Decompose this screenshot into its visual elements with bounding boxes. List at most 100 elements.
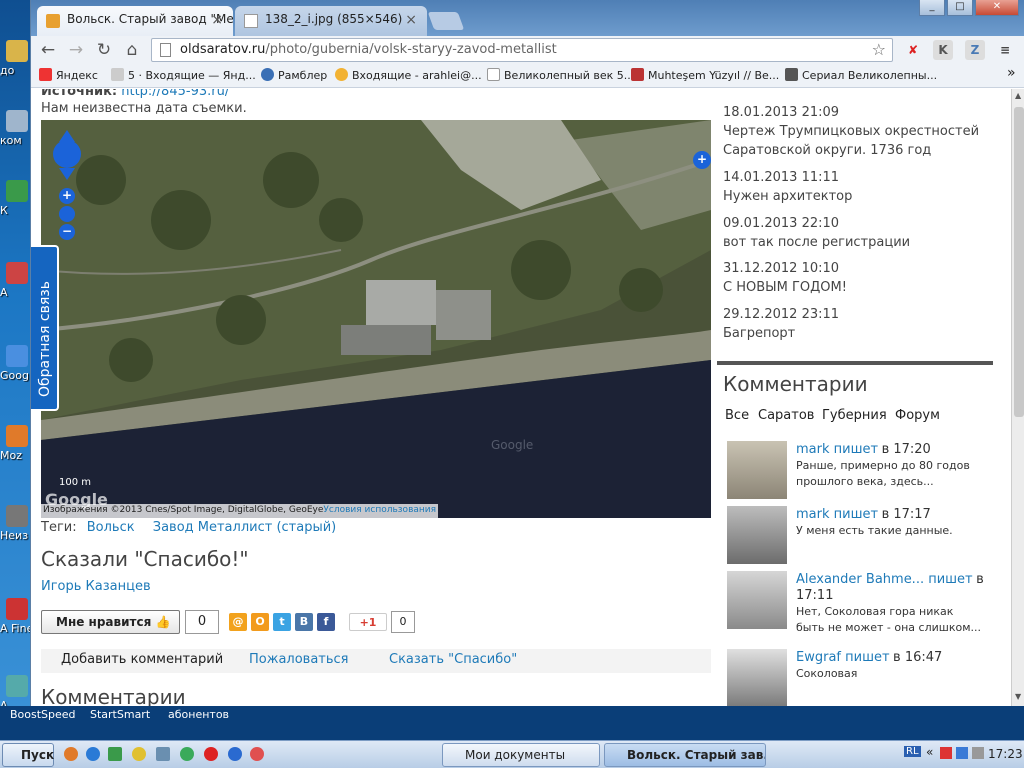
vk-share-icon[interactable]: B xyxy=(295,613,313,631)
maximize-button[interactable]: □ xyxy=(947,0,973,16)
close-window-button[interactable]: ✕ xyxy=(975,0,1019,16)
forward-icon[interactable]: → xyxy=(65,39,87,61)
bookmark-item[interactable]: Рамблер xyxy=(261,68,327,82)
language-indicator[interactable]: RL xyxy=(904,746,921,757)
address-bar[interactable]: oldsaratov.ru/photo/gubernia/volsk-stary… xyxy=(151,38,893,62)
new-tab-button[interactable] xyxy=(427,12,465,30)
news-link[interactable]: Багрепорт xyxy=(723,326,795,341)
filter-forum[interactable]: Форум xyxy=(895,408,940,423)
odnoklassniki-share-icon[interactable]: O xyxy=(251,613,269,631)
tag-link[interactable]: Завод Металлист (старый) xyxy=(153,520,337,535)
facebook-share-icon[interactable]: f xyxy=(317,613,335,631)
app-icon[interactable] xyxy=(108,747,122,761)
desktop-icon[interactable]: А xyxy=(0,262,34,299)
satellite-map[interactable]: + − + 100 m Google Google Изображения ©2… xyxy=(41,120,711,518)
close-tab-icon[interactable]: × xyxy=(405,12,417,28)
bookmarks-overflow-icon[interactable]: » xyxy=(1007,65,1016,81)
tray-expand-icon[interactable]: « xyxy=(926,745,933,759)
desktop-label[interactable]: абонентов xyxy=(168,708,229,721)
add-comment-link[interactable]: Добавить комментарий xyxy=(61,652,223,667)
thanks-user-link[interactable]: Игорь Казанцев xyxy=(41,579,151,594)
desktop-icon[interactable]: ком xyxy=(0,110,34,147)
chrome-icon[interactable] xyxy=(180,747,194,761)
home-icon[interactable]: ⌂ xyxy=(121,39,143,61)
desktop-icon[interactable]: Неиз я xyxy=(0,505,34,542)
minimize-button[interactable]: _ xyxy=(919,0,945,16)
app-icon[interactable] xyxy=(132,747,146,761)
extension-antivirus-icon[interactable]: ✘ xyxy=(903,40,923,60)
comment-thumbnail[interactable] xyxy=(727,441,787,499)
app-icon[interactable] xyxy=(156,747,170,761)
app-icon[interactable] xyxy=(250,747,264,761)
comment-thumbnail[interactable] xyxy=(727,649,787,706)
scroll-up-icon[interactable]: ▲ xyxy=(1015,91,1021,100)
app-icon[interactable] xyxy=(228,747,242,761)
news-link[interactable]: вот так после регистрации xyxy=(723,235,910,250)
desktop-icon[interactable]: Goog xyxy=(0,345,34,382)
news-link[interactable]: Саратовской округи. 1736 год xyxy=(723,143,931,158)
volume-tray-icon[interactable] xyxy=(972,747,984,759)
map-pan-control[interactable] xyxy=(49,128,85,185)
page-scrollbar[interactable]: ▲ ▼ xyxy=(1011,89,1024,706)
close-tab-icon[interactable]: × xyxy=(211,12,223,28)
filter-gubernia[interactable]: Губерния xyxy=(822,408,887,423)
comment-author[interactable]: Ewgraf пишет xyxy=(796,650,890,665)
report-link[interactable]: Пожаловаться xyxy=(249,652,349,667)
comment-author[interactable]: mark пишет xyxy=(796,442,878,457)
reload-icon[interactable]: ↻ xyxy=(93,39,115,61)
map-terms-link[interactable]: Условия использования xyxy=(323,505,436,515)
zoom-out-button[interactable]: − xyxy=(59,224,75,240)
clock[interactable]: 17:23 xyxy=(988,747,1023,761)
news-link[interactable]: Нужен архитектор xyxy=(723,189,852,204)
bookmark-item[interactable]: Великолепный век 5... xyxy=(487,68,634,82)
filter-saratov[interactable]: Саратов xyxy=(758,408,814,423)
desktop-icon[interactable]: А Fine xyxy=(0,598,34,635)
say-thanks-link[interactable]: Сказать "Спасибо" xyxy=(389,652,517,667)
desktop-label[interactable]: StartSmart xyxy=(90,708,150,721)
feedback-tab[interactable]: Обратная связь xyxy=(31,245,59,411)
gplus-button[interactable]: +1 xyxy=(349,613,387,631)
desktop-icon[interactable]: Moz xyxy=(0,425,34,462)
bookmark-item[interactable]: Сериал Великолепны... xyxy=(785,68,937,82)
bookmark-item[interactable]: Muhteşem Yüzyıl // Ве... xyxy=(631,68,779,82)
source-link[interactable]: http://845-93.ru/ xyxy=(121,89,229,99)
start-button[interactable]: Пуск xyxy=(2,743,54,767)
desktop-icon[interactable]: К xyxy=(0,180,34,217)
bookmark-item[interactable]: 5 · Входящие — Янд... xyxy=(111,68,256,82)
antivirus-tray-icon[interactable] xyxy=(940,747,952,759)
tab-image[interactable]: 138_2_i.jpg (855×546) × xyxy=(235,6,427,36)
tag-link[interactable]: Вольск xyxy=(87,520,135,535)
news-link[interactable]: Чертеж Трумпицковых окрестностей xyxy=(723,124,979,139)
desktop-label[interactable]: BoostSpeed xyxy=(10,708,76,721)
zoom-in-button[interactable]: + xyxy=(59,188,75,204)
bookmark-star-icon[interactable]: ☆ xyxy=(872,40,886,59)
menu-icon[interactable]: ≡ xyxy=(995,40,1015,60)
bookmark-item[interactable]: Яндекс xyxy=(39,68,98,82)
scroll-down-icon[interactable]: ▼ xyxy=(1015,692,1021,701)
comment-thumbnail[interactable] xyxy=(727,506,787,564)
filter-all[interactable]: Все xyxy=(725,408,749,423)
comment-thumbnail[interactable] xyxy=(727,571,787,629)
comment-author[interactable]: mark пишет xyxy=(796,507,878,522)
twitter-share-icon[interactable]: t xyxy=(273,613,291,631)
extension-z-icon[interactable]: Z xyxy=(965,40,985,60)
scrollbar-thumb[interactable] xyxy=(1014,107,1024,417)
like-button[interactable]: Мне нравится 👍 xyxy=(41,610,180,634)
tab-active[interactable]: Вольск. Старый завод "Ме × xyxy=(37,6,233,36)
extension-k-icon[interactable]: K xyxy=(933,40,953,60)
news-link[interactable]: С НОВЫМ ГОДОМ! xyxy=(723,280,847,295)
ie-icon[interactable] xyxy=(86,747,100,761)
tab-title: Вольск. Старый завод "Ме xyxy=(67,12,233,26)
task-browser[interactable]: Вольск. Старый зав... xyxy=(604,743,766,767)
desktop-icon[interactable]: до xyxy=(0,40,34,77)
globe-icon[interactable] xyxy=(59,206,75,222)
firefox-icon[interactable] xyxy=(64,747,78,761)
opera-icon[interactable] xyxy=(204,747,218,761)
task-my-documents[interactable]: Мои документы xyxy=(442,743,600,767)
comment-author[interactable]: Alexander Bahme... пишет xyxy=(796,572,973,587)
back-icon[interactable]: ← xyxy=(37,39,59,61)
mailru-share-icon[interactable]: @ xyxy=(229,613,247,631)
bookmark-item[interactable]: Входящие - arahlei@... xyxy=(335,68,482,82)
map-expand-button[interactable]: + xyxy=(693,151,711,169)
network-tray-icon[interactable] xyxy=(956,747,968,759)
